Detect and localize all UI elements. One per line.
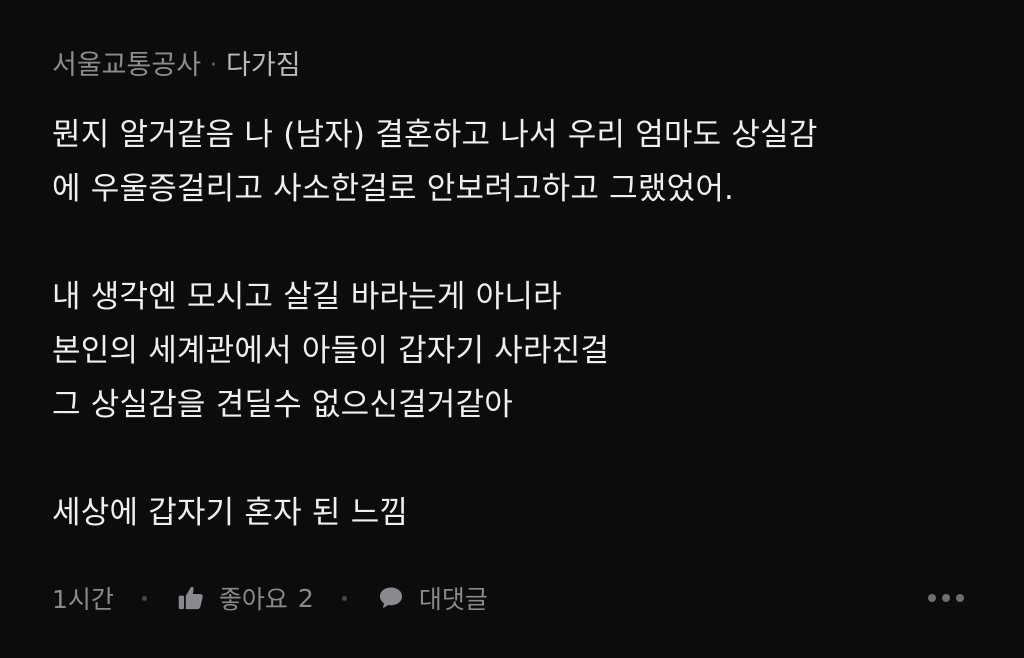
comment-card: 서울교통공사 · 다가짐 뭔지 알거같음 나 (남자) 결혼하고 나서 우리 엄… <box>0 0 1024 658</box>
like-label: 좋아요 <box>218 585 288 614</box>
more-horizontal-icon <box>928 594 936 602</box>
reply-button[interactable]: 대댓글 <box>375 580 488 616</box>
comment-line: 에 우울증걸리고 사소한걸로 안보려고하고 그랬었어. <box>52 171 735 207</box>
comment-line: 뭔지 알거같음 나 (남자) 결혼하고 나서 우리 엄마도 상실감 <box>52 117 818 153</box>
author-nickname[interactable]: 다가짐 <box>226 46 301 86</box>
comment-paragraph: 세상에 갑자기 혼자 된 느낌 <box>52 486 992 540</box>
author-company[interactable]: 서울교통공사 <box>52 46 201 86</box>
like-count: 2 <box>297 583 314 613</box>
more-options-button[interactable] <box>920 586 964 610</box>
comment-timestamp: 1시간 <box>52 585 114 614</box>
more-horizontal-icon <box>956 594 964 602</box>
more-horizontal-icon <box>942 594 950 602</box>
comment-line: 내 생각엔 모시고 살길 바라는게 아니라 <box>52 279 562 315</box>
comment-paragraph: 뭔지 알거같음 나 (남자) 결혼하고 나서 우리 엄마도 상실감 에 우울증걸… <box>52 108 992 216</box>
comment-line: 그 상실감을 견딜수 없으신걸거같아 <box>52 387 513 423</box>
footer-separator <box>141 595 147 601</box>
reply-label: 대댓글 <box>418 585 488 614</box>
comment-paragraph: 내 생각엔 모시고 살길 바라는게 아니라 본인의 세계관에서 아들이 갑자기 … <box>52 270 992 432</box>
footer-separator <box>341 595 347 601</box>
comment-line: 세상에 갑자기 혼자 된 느낌 <box>52 495 409 531</box>
thumbs-up-icon <box>175 582 207 614</box>
comment-body: 뭔지 알거같음 나 (남자) 결혼하고 나서 우리 엄마도 상실감 에 우울증걸… <box>52 108 992 540</box>
header-separator: · <box>210 53 218 78</box>
like-button[interactable]: 좋아요 2 <box>175 580 314 616</box>
speech-bubble-icon <box>375 582 407 614</box>
comment-line: 본인의 세계관에서 아들이 갑자기 사라진걸 <box>52 333 610 369</box>
comment-footer: 1시간 좋아요 2 대댓글 <box>52 576 964 620</box>
comment-header: 서울교통공사 · 다가짐 <box>52 46 301 86</box>
